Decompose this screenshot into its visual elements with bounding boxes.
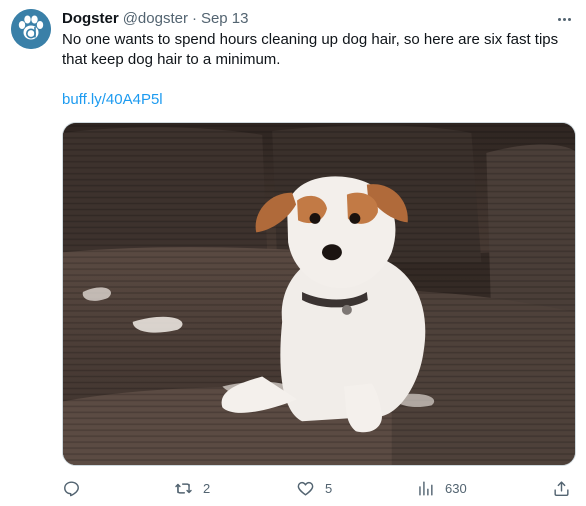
avatar[interactable] [11,9,51,49]
reply-button[interactable] [62,476,81,500]
retweet-count: 2 [203,480,211,496]
author-handle[interactable]: @dogster [123,10,188,27]
share-icon [554,480,569,496]
more-dot-icon [562,17,566,21]
tweet[interactable]: Dogster @dogster · Sep 13 No one wants to s… [0,0,586,506]
tweet-text: No one wants to spend hours cleaning up … [62,31,559,68]
views-icon [419,480,433,496]
like-count: 5 [325,480,333,496]
retweet-button[interactable]: 2 [174,476,210,500]
author-name[interactable]: Dogster [62,10,119,27]
tweet-link[interactable]: buff.ly/40A4P5l [62,90,163,110]
paw-icon [11,9,51,49]
retweet-icon [175,482,192,494]
more-options-button[interactable] [552,10,576,28]
reply-icon [64,480,79,496]
tweet-date[interactable]: Sep 13 [201,10,249,27]
more-dot-icon [557,17,561,21]
tweet-media[interactable] [62,122,576,466]
more-dot-icon [567,17,571,21]
separator-dot: · [191,10,197,27]
views-button[interactable]: 630 [416,476,467,500]
share-button[interactable] [552,476,571,500]
tweet-actions: 2 5 630 [62,476,576,500]
dog-on-couch-photo [63,123,575,465]
like-button[interactable]: 5 [296,476,332,500]
tweet-header: Dogster @dogster · Sep 13 [62,9,249,29]
heart-icon [297,481,314,496]
views-count: 630 [445,480,467,496]
